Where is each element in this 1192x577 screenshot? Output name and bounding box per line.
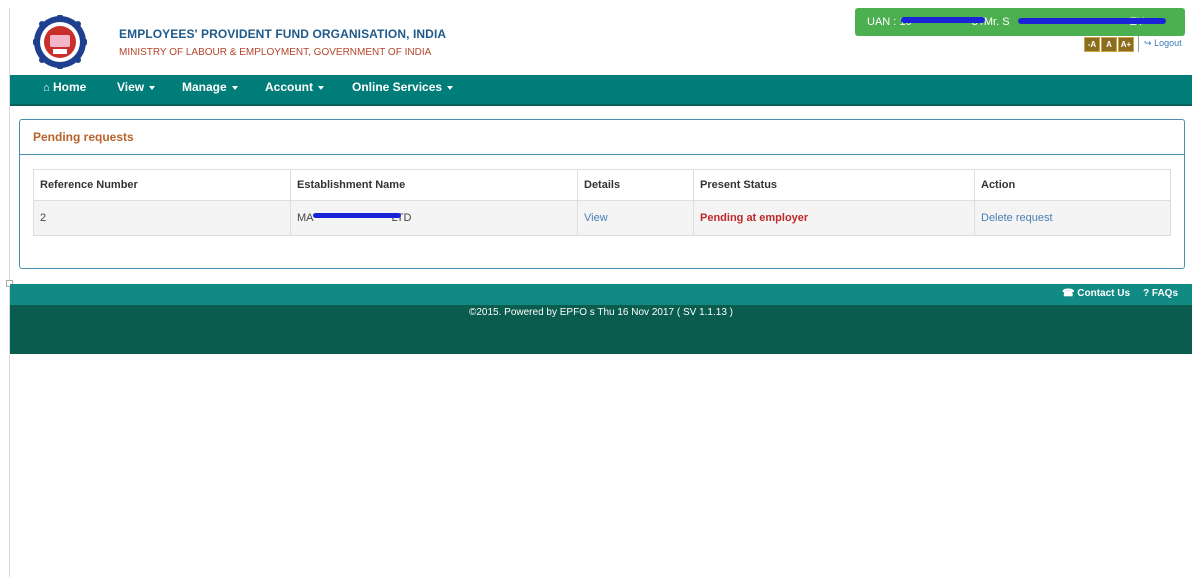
logout-link[interactable]: ↪ Logout xyxy=(1144,38,1182,49)
establishment-name-start: MA xyxy=(297,212,314,224)
column-header: Reference Number xyxy=(33,169,291,201)
site-header: EMPLOYEES' PROVIDENT FUND ORGANISATION, … xyxy=(10,8,1192,75)
nav-view-label: View xyxy=(117,80,145,94)
pending-requests-table: Reference Number Establishment Name Deta… xyxy=(33,169,1171,236)
faqs-label: FAQs xyxy=(1151,288,1179,299)
view-link[interactable]: View xyxy=(584,212,608,224)
establishment-name-cell: MA LTD xyxy=(290,200,578,236)
caret-down-icon xyxy=(149,85,156,90)
details-cell: View xyxy=(577,200,694,236)
table-header-row: Reference Number Establishment Name Deta… xyxy=(33,169,1171,201)
nav-view[interactable]: View xyxy=(117,75,156,102)
faqs-link[interactable]: ? FAQs xyxy=(1143,288,1178,299)
font-size-controls: -A A A+ xyxy=(1084,37,1134,52)
status-badge: Pending at employer xyxy=(700,212,809,224)
status-cell: Pending at employer xyxy=(693,200,975,236)
uan-user-box: UAN : 103 /Mr. SEY xyxy=(855,8,1185,36)
divider xyxy=(1138,36,1139,52)
copyright-text: ©2015. Powered by EPFO s Thu 16 Nov 2017… xyxy=(469,307,733,318)
logout-icon: ↪ xyxy=(1144,38,1152,48)
caret-down-icon xyxy=(447,85,454,90)
caret-down-icon xyxy=(231,85,238,90)
decrease-font-button[interactable]: -A xyxy=(1084,37,1100,52)
increase-font-button[interactable]: A+ xyxy=(1118,37,1134,52)
caret-down-icon xyxy=(318,85,324,90)
nav-online-services-label: Online Services xyxy=(352,80,443,94)
delete-request-link[interactable]: Delete request xyxy=(981,212,1053,224)
nav-manage-label: Manage xyxy=(182,80,227,94)
table-row: 2 MA LTD View Pending at employer Delete … xyxy=(33,200,1171,236)
nav-home[interactable]: ⌂ Home xyxy=(43,75,86,102)
redaction-mark xyxy=(313,213,401,218)
contact-us-link[interactable]: ☎ Contact Us xyxy=(1062,288,1130,299)
home-icon: ⌂ xyxy=(43,82,50,94)
logout-label: Logout xyxy=(1154,38,1182,48)
epfo-logo xyxy=(33,15,87,69)
contact-us-label: Contact Us xyxy=(1077,288,1131,299)
panel-header: Pending requests xyxy=(20,120,1184,155)
org-subtitle: MINISTRY OF LABOUR & EMPLOYMENT, GOVERNM… xyxy=(119,47,432,58)
redaction-mark xyxy=(1018,18,1166,24)
nav-manage[interactable]: Manage xyxy=(182,75,238,102)
nav-online-services[interactable]: Online Services xyxy=(352,75,454,102)
column-header: Details xyxy=(577,169,694,201)
column-header: Action xyxy=(974,169,1171,201)
column-header: Present Status xyxy=(693,169,975,201)
question-icon: ? xyxy=(1143,288,1150,299)
column-header: Establishment Name xyxy=(290,169,578,201)
nav-account[interactable]: Account xyxy=(265,75,324,102)
pending-requests-panel: Pending requests Reference Number Establ… xyxy=(19,119,1185,269)
footer-links-bar: ☎ Contact Us ? FAQs xyxy=(10,284,1192,305)
footer: ©2015. Powered by EPFO s Thu 16 Nov 2017… xyxy=(10,305,1192,354)
nav-home-label: Home xyxy=(53,80,87,94)
panel-title: Pending requests xyxy=(33,130,134,144)
action-cell: Delete request xyxy=(974,200,1171,236)
nav-account-label: Account xyxy=(265,80,313,94)
main-nav: ⌂ Home View Manage Account Online Servic… xyxy=(10,75,1192,106)
normal-font-button[interactable]: A xyxy=(1101,37,1117,52)
reference-number-cell: 2 xyxy=(33,200,291,236)
phone-icon: ☎ xyxy=(1062,288,1075,299)
redaction-mark xyxy=(901,17,985,23)
org-title: EMPLOYEES' PROVIDENT FUND ORGANISATION, … xyxy=(119,27,447,41)
